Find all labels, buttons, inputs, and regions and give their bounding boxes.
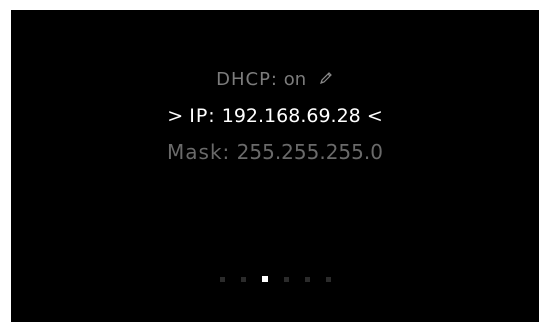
selection-prefix: > [167,105,184,127]
ip-label: IP: [189,105,216,127]
page-dot [219,276,225,282]
ip-row[interactable]: > IP: 192.168.69.28 < [11,105,539,127]
page-dot [304,276,310,282]
page-dot [240,276,246,282]
ip-value: 192.168.69.28 [221,105,361,127]
pencil-icon[interactable] [318,70,334,86]
page-dot-active [261,276,268,282]
page-dot [325,276,331,282]
page-indicator [11,276,539,282]
dhcp-row[interactable]: DHCP: on [11,69,539,90]
page-dot [283,276,289,282]
mask-label: Mask: [167,140,231,164]
device-display: DHCP: on > IP: 192.168.69.28 < Mask: 255… [11,10,539,322]
mask-row[interactable]: Mask: 255.255.255.0 [11,140,539,164]
mask-value: 255.255.255.0 [236,140,383,164]
selection-suffix: < [366,105,383,127]
dhcp-value: on [283,69,307,90]
dhcp-label: DHCP: [216,69,278,90]
